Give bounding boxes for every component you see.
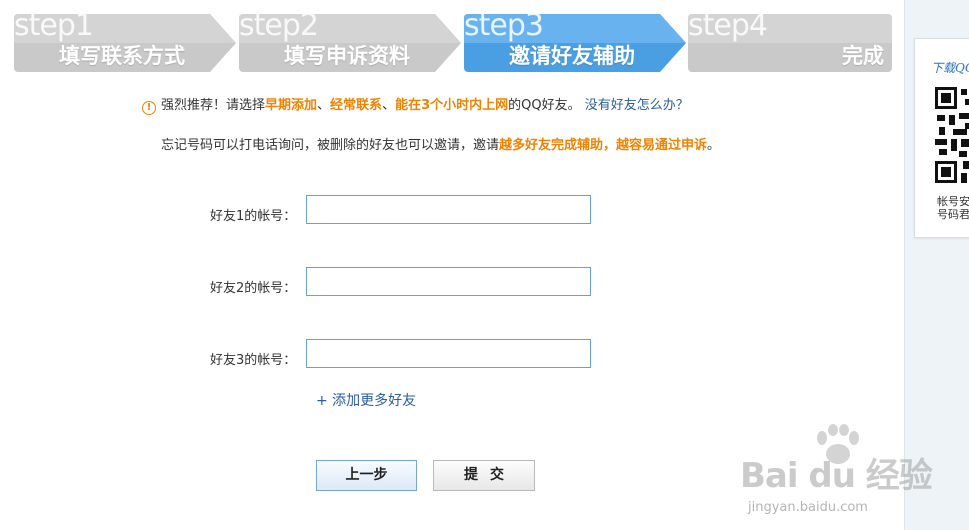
step-4: step4 完成 (688, 14, 892, 72)
friend-1-account-input[interactable] (306, 195, 591, 224)
step-2: step2 填写申诉资料 (239, 14, 461, 72)
step-2-title: 填写申诉资料 (284, 44, 410, 68)
step-4-number: step4 (688, 14, 768, 43)
step-2-number: step2 (239, 14, 319, 43)
invite-tip: 忘记号码可以打电话询问，被删除的好友也可以邀请，邀请越多好友完成辅助，越容易通过… (161, 134, 720, 153)
friend-2-label: 好友2的帐号： (210, 281, 297, 296)
submit-button[interactable]: 提交 (433, 460, 535, 491)
qr-caption: 帐号安 号码君 (937, 195, 969, 221)
add-more-friends-link[interactable]: + 添加更多好友 (316, 390, 416, 410)
friend-2-account-input[interactable] (306, 267, 591, 296)
watermark-url: jingyan.baidu.com (748, 500, 868, 515)
qr-code-icon (935, 87, 969, 183)
notice-highlight-online: 能在3个小时内上网 (395, 98, 509, 113)
notice-separator: 、 (382, 98, 396, 113)
step-1: step1 填写联系方式 (14, 14, 236, 72)
friend-3-account-input[interactable] (306, 339, 591, 368)
qr-caption-line1: 帐号安 (937, 195, 969, 208)
watermark-brand: Bai du 经验 (740, 456, 933, 496)
notice-text-end: 的QQ好友。 (508, 98, 581, 113)
baidu-jingyan-watermark: Bai du 经验 jingyan.baidu.com (740, 420, 940, 530)
step-3-number: step3 (464, 14, 544, 43)
invite-tip-highlight: 越多好友完成辅助，越容易通过申诉 (499, 138, 708, 153)
notice-highlight-early: 早期添加 (265, 98, 318, 113)
invite-tip-text: 忘记号码可以打电话询问，被删除的好友也可以邀请，邀请 (161, 138, 500, 153)
notice-highlight-frequent: 经常联系 (330, 98, 383, 113)
recommendation-notice: ! 强烈推荐！请选择早期添加、经常联系、能在3个小时内上网的QQ好友。 没有好友怎… (142, 94, 689, 115)
notice-text: 强烈推荐！请选择 (161, 98, 266, 113)
qr-caption-line2: 号码君 (937, 208, 969, 221)
no-friends-help-link[interactable]: 没有好友怎么办？ (585, 98, 689, 113)
friend-3-label: 好友3的帐号： (210, 353, 297, 368)
warning-circle-icon: ! (142, 101, 156, 115)
step-1-number: step1 (14, 14, 94, 43)
step-4-title: 完成 (842, 44, 884, 68)
step-3-title: 邀请好友辅助 (509, 44, 635, 68)
download-qq-link[interactable]: 下载QQ (931, 59, 969, 76)
notice-separator: 、 (317, 98, 331, 113)
qr-download-card[interactable]: 下载QQ 帐号安 号码君 (914, 38, 969, 238)
friend-1-label: 好友1的帐号： (210, 209, 297, 224)
step-3-active: step3 邀请好友辅助 (464, 14, 686, 72)
invite-tip-end: 。 (707, 138, 721, 153)
previous-step-button[interactable]: 上一步 (316, 460, 417, 491)
step-1-title: 填写联系方式 (59, 44, 185, 68)
